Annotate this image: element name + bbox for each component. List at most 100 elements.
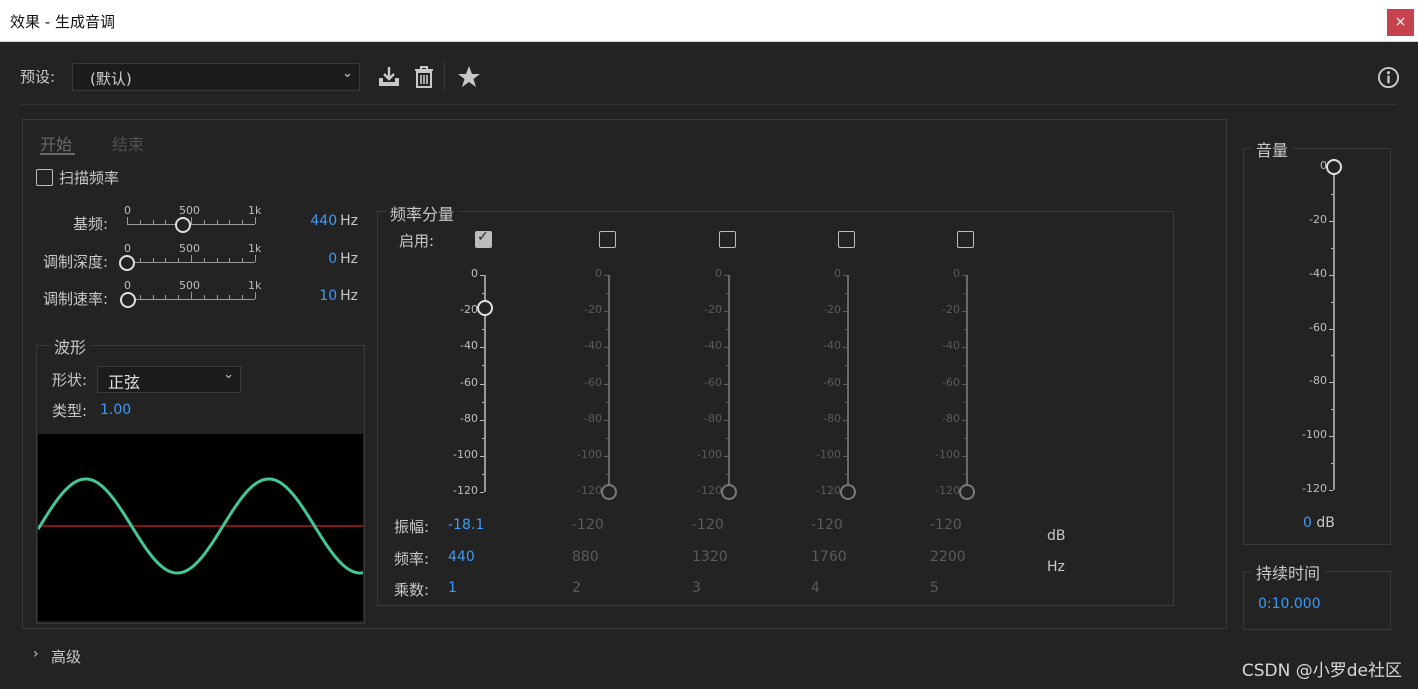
slider-tick (139, 295, 141, 299)
amplitude-scale-track[interactable] (608, 275, 610, 492)
component-amplitude[interactable]: -18.1 (448, 517, 484, 533)
slider-value[interactable]: 10 (319, 288, 337, 304)
sweep-checkbox[interactable] (36, 169, 53, 186)
slider-tick (152, 220, 154, 224)
tick-label: 500 (179, 279, 200, 292)
amplitude-scale-tick (724, 311, 728, 313)
waveform-title: 波形 (50, 334, 91, 358)
amplitude-scale-tick (843, 419, 847, 421)
amplitude-scale-tick (843, 347, 847, 349)
slider-tick (216, 295, 218, 299)
slider-tick (139, 220, 141, 224)
component-multiplier: 4 (811, 580, 820, 596)
slider-readout: 0 Hz (290, 251, 358, 267)
component-frequency: 2200 (930, 549, 966, 565)
slider-tick (242, 258, 244, 262)
advanced-toggle[interactable]: 高级 (51, 646, 81, 667)
slider-value[interactable]: 440 (310, 213, 337, 229)
info-icon[interactable] (1377, 66, 1400, 89)
volume-knob[interactable] (1326, 159, 1342, 175)
component-multiplier: 5 (930, 580, 939, 596)
slider-tick (229, 295, 231, 299)
amplitude-scale-minor-tick (726, 473, 728, 475)
tab-start[interactable]: 开始 (40, 131, 72, 155)
component-enable-checkbox[interactable] (599, 231, 616, 248)
volume-unit: dB (1316, 515, 1335, 531)
amplitude-scale-tick (604, 275, 608, 276)
volume-value[interactable]: 0 (1303, 515, 1312, 531)
type-value[interactable]: 1.00 (100, 402, 131, 418)
amplitude-scale-tick-label: -40 (942, 339, 960, 353)
amplitude-scale-tick (480, 383, 484, 385)
volume-scale-track[interactable] (1333, 167, 1335, 490)
amplitude-scale-tick-label: -40 (460, 339, 478, 353)
amplitude-scale-tick-label: -60 (460, 375, 478, 389)
duration-value[interactable]: 0:10.000 (1258, 596, 1321, 612)
star-icon[interactable] (456, 64, 482, 90)
slider-track[interactable] (127, 299, 255, 300)
amplitude-knob[interactable] (601, 484, 617, 500)
volume-scale-minor-tick (1331, 463, 1333, 465)
amplitude-scale-tick-label: 0 (471, 267, 478, 280)
amplitude-scale-tick-label: 0 (715, 267, 722, 280)
tab-end[interactable]: 结束 (112, 131, 144, 155)
amplitude-scale-tick (962, 455, 966, 457)
shape-value: 正弦 (108, 373, 141, 392)
volume-scale-tick-label: -60 (1309, 320, 1327, 334)
amplitude-scale-tick-label: -80 (704, 411, 722, 425)
slider-tick (203, 220, 205, 224)
shape-dropdown[interactable]: 正弦 ⌄ (97, 366, 241, 393)
amplitude-scale-track[interactable] (847, 275, 849, 492)
amplitude-scale-tick (962, 347, 966, 349)
amplitude-knob[interactable] (477, 299, 493, 316)
component-frequency[interactable]: 440 (448, 549, 475, 565)
amplitude-scale-tick-label: -20 (704, 303, 722, 317)
delete-icon[interactable] (411, 64, 437, 90)
volume-scale-minor-tick (1331, 193, 1333, 195)
volume-scale-tick-label: 0 (1320, 159, 1327, 172)
duration-title: 持续时间 (1252, 560, 1325, 584)
type-label: 类型: (52, 402, 88, 420)
amplitude-scale-tick-label: -120 (453, 484, 478, 497)
preset-dropdown[interactable]: (默认) ⌄ (72, 63, 360, 91)
amplitude-scale-minor-tick (606, 329, 608, 331)
amplitude-scale-minor-tick (606, 473, 608, 475)
amplitude-scale-tick (604, 455, 608, 457)
amplitude-scale-minor-tick (964, 473, 966, 475)
slider-tick (165, 258, 167, 262)
amplitude-scale-minor-tick (845, 293, 847, 295)
amplitude-scale-tick (843, 455, 847, 457)
component-enable-checkbox[interactable] (957, 231, 974, 248)
component-enable-checkbox[interactable]: ✓ (475, 229, 492, 248)
amplitude-knob[interactable] (840, 484, 856, 500)
component-multiplier: 2 (572, 580, 581, 596)
slider-tick (191, 217, 192, 224)
chevron-right-icon[interactable]: › (33, 646, 39, 662)
amplitude-scale-minor-tick (845, 329, 847, 331)
sine-wave-graph (36, 477, 364, 575)
amplitude-scale-minor-tick (726, 329, 728, 331)
volume-scale-minor-tick (1331, 247, 1333, 249)
amplitude-scale-track[interactable] (966, 275, 968, 492)
slider-tick (165, 220, 167, 224)
slider-knob[interactable] (119, 255, 135, 271)
amplitude-scale-tick (724, 347, 728, 349)
hz-unit: Hz (1047, 559, 1065, 575)
slider-tick (191, 292, 192, 299)
amplitude-scale-tick (843, 311, 847, 313)
amplitude-knob[interactable] (959, 484, 975, 500)
slider-track[interactable] (127, 262, 255, 263)
component-multiplier[interactable]: 1 (448, 580, 457, 596)
amplitude-scale-track[interactable] (728, 275, 730, 492)
component-amplitude: -120 (572, 517, 604, 533)
component-enable-checkbox[interactable] (838, 231, 855, 248)
save-preset-icon[interactable] (376, 64, 402, 90)
amplitude-knob[interactable] (721, 484, 737, 500)
component-enable-checkbox[interactable] (719, 231, 736, 248)
slider-value[interactable]: 0 (328, 251, 337, 267)
close-button[interactable]: × (1387, 9, 1414, 36)
slider-tick (242, 220, 244, 224)
slider-tick (229, 220, 231, 224)
tick-label: 1k (248, 279, 262, 292)
slider-tick (165, 295, 167, 299)
